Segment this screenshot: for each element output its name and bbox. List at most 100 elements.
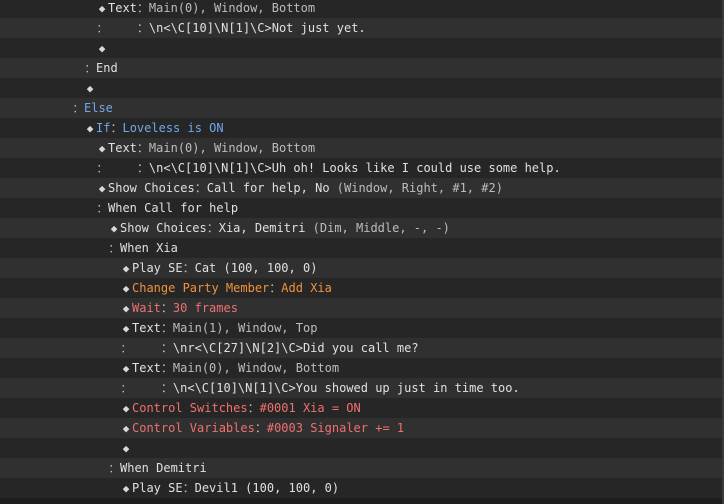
command-text: ： [182, 481, 195, 495]
event-command-row[interactable]: ◆ [0, 78, 724, 98]
command-text: Text [132, 361, 161, 375]
command-text: End [96, 61, 118, 75]
command-diamond-icon: ◆ [86, 82, 94, 95]
command-diamond-icon: ◆ [122, 442, 130, 455]
command-text: ： [108, 21, 149, 35]
command-diamond-icon: ◆ [122, 422, 130, 435]
branch-colon-marker: ： [96, 202, 108, 215]
command-diamond-icon: ◆ [122, 482, 130, 495]
event-command-row[interactable]: ◆ Text：Main(0), Window, Bottom [0, 358, 724, 378]
command-text: ： [160, 361, 173, 375]
branch-colon-marker: ： [120, 382, 132, 395]
event-command-row[interactable]: ：When Demitri [0, 458, 724, 478]
command-text: Text [108, 1, 137, 15]
command-text: Main(0), Window, Bottom [172, 361, 340, 375]
command-text: Call for help, No [206, 181, 337, 195]
command-text: \n<\C[10]\N[1]\C>Not just yet. [148, 21, 366, 35]
command-text: Text [132, 321, 161, 335]
command-text: ： [132, 341, 173, 355]
command-text: #0003 Signaler += 1 [266, 421, 405, 435]
command-text: Show Choices [120, 221, 207, 235]
event-command-row[interactable]: ◆ Text：Main(0), Window, Bottom [0, 138, 724, 158]
command-text: Wait [132, 301, 161, 315]
command-text: Devil1 (100, 100, 0) [194, 481, 340, 495]
command-text: When Xia [120, 241, 178, 255]
command-text: When Call for help [108, 201, 239, 215]
command-text: Play SE [132, 481, 183, 495]
command-text: If [96, 121, 111, 135]
event-command-list[interactable]: ◆ Text：Main(0), Window, Bottom： ：\n<\C[10… [0, 0, 724, 504]
command-text: Play SE [132, 261, 183, 275]
command-text: #0001 Xia = ON [259, 401, 361, 415]
command-text: ： [136, 141, 149, 155]
event-command-row[interactable]: ： ：\n<\C[10]\N[1]\C>Not just yet. [0, 18, 724, 38]
command-diamond-icon: ◆ [98, 42, 106, 55]
command-text: ： [110, 121, 123, 135]
command-text: Cat (100, 100, 0) [194, 261, 318, 275]
command-diamond-icon: ◆ [122, 302, 130, 315]
branch-colon-marker: ： [120, 342, 132, 355]
command-text: ： [247, 401, 260, 415]
command-text: Text [108, 141, 137, 155]
command-text: ： [269, 281, 282, 295]
command-diamond-icon: ◆ [122, 282, 130, 295]
event-command-row[interactable]: ◆ Show Choices：Call for help, No (Window,… [0, 178, 724, 198]
event-command-row[interactable]: ◆ Wait：30 frames [0, 298, 724, 318]
command-text: ： [160, 301, 173, 315]
event-command-row[interactable]: ： ：\nr<\C[27]\N[2]\C>Did you call me? [0, 338, 724, 358]
branch-colon-marker: ： [84, 62, 96, 75]
branch-colon-marker: ： [108, 242, 120, 255]
event-command-row[interactable]: ：Else [0, 98, 724, 118]
command-diamond-icon: ◆ [98, 182, 106, 195]
command-text: \nr<\C[27]\N[2]\C>Did you call me? [172, 341, 419, 355]
command-text: \n<\C[10]\N[1]\C>Uh oh! Looks like I cou… [148, 161, 561, 175]
command-diamond-icon: ◆ [122, 262, 130, 275]
command-text: When Demitri [120, 461, 207, 475]
event-command-row[interactable]: ◆ Control Switches：#0001 Xia = ON [0, 398, 724, 418]
event-command-row[interactable]: ◆ Play SE：Cat (100, 100, 0) [0, 258, 724, 278]
branch-colon-marker: ： [108, 462, 120, 475]
command-text: (Dim, Middle, -, -) [312, 221, 450, 235]
command-text: ： [108, 161, 149, 175]
event-command-row[interactable]: ◆ Show Choices：Xia, Demitri (Dim, Middle,… [0, 218, 724, 238]
command-diamond-icon: ◆ [98, 142, 106, 155]
event-command-row[interactable]: ◆ Change Party Member：Add Xia [0, 278, 724, 298]
command-diamond-icon: ◆ [86, 122, 94, 135]
command-diamond-icon: ◆ [122, 322, 130, 335]
event-command-row[interactable]: ◆ Text：Main(1), Window, Top [0, 318, 724, 338]
event-command-row[interactable]: ： ：\n<\C[10]\N[1]\C>You showed up just i… [0, 378, 724, 398]
event-command-row[interactable]: ：When Call for help [0, 198, 724, 218]
event-command-row[interactable]: ◆ Control Variables：#0003 Signaler += 1 [0, 418, 724, 438]
command-text: \n<\C[10]\N[1]\C>You showed up just in t… [172, 381, 520, 395]
command-text: Add Xia [281, 281, 332, 295]
command-text: Change Party Member [132, 281, 270, 295]
command-text: ： [254, 421, 267, 435]
command-text: Else [84, 101, 113, 115]
command-text: Control Switches [132, 401, 248, 415]
command-text: ： [132, 381, 173, 395]
command-diamond-icon: ◆ [122, 402, 130, 415]
command-text: Main(0), Window, Bottom [148, 1, 316, 15]
event-command-row[interactable]: ◆ [0, 38, 724, 58]
command-text: (Window, Right, #1, #2) [336, 181, 503, 195]
command-text: 30 frames [172, 301, 238, 315]
event-command-row[interactable]: ◆ Text：Main(0), Window, Bottom [0, 0, 724, 18]
branch-colon-marker: ： [96, 22, 108, 35]
command-text: Xia, Demitri [218, 221, 313, 235]
event-command-row[interactable]: ：End [0, 58, 724, 78]
event-command-row[interactable]: ◆ [0, 438, 724, 458]
command-text: Main(0), Window, Bottom [148, 141, 316, 155]
command-text: Loveless is ON [122, 121, 224, 135]
event-command-row[interactable]: ：When Xia [0, 238, 724, 258]
command-text: Control Variables [132, 421, 255, 435]
command-diamond-icon: ◆ [110, 222, 118, 235]
command-diamond-icon: ◆ [98, 2, 106, 15]
event-command-row[interactable]: ◆ If：Loveless is ON [0, 118, 724, 138]
branch-colon-marker: ： [72, 102, 84, 115]
command-text: Main(1), Window, Top [172, 321, 318, 335]
command-diamond-icon: ◆ [122, 362, 130, 375]
command-text: ： [160, 321, 173, 335]
event-command-row[interactable]: ： ：\n<\C[10]\N[1]\C>Uh oh! Looks like I … [0, 158, 724, 178]
command-text: ： [136, 1, 149, 15]
event-command-row[interactable]: ◆ Play SE：Devil1 (100, 100, 0) [0, 478, 724, 498]
